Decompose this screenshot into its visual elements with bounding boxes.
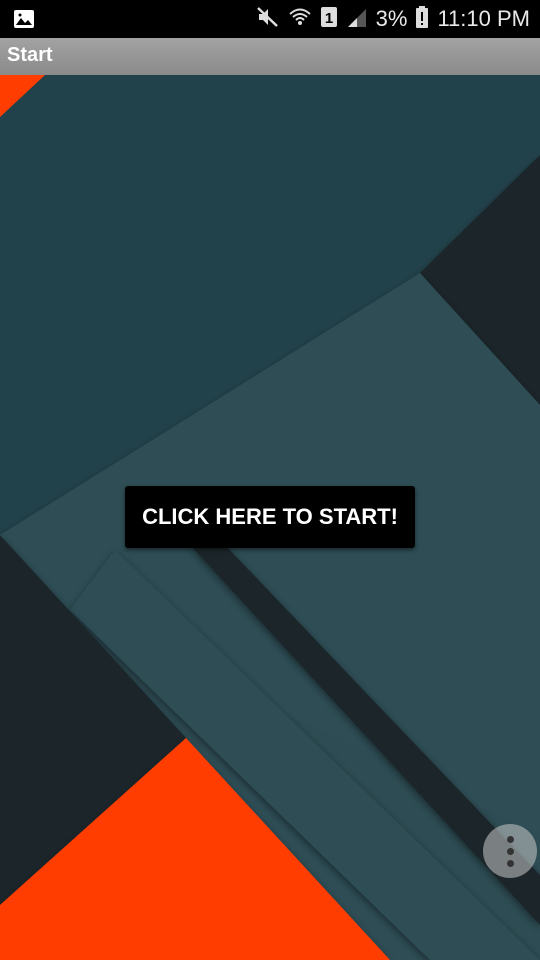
app-title-bar: Start [0, 38, 540, 76]
battery-percent: 3% [375, 6, 408, 31]
status-bar: 1 3% 11:10 PM [0, 0, 540, 38]
mute-icon [256, 5, 280, 34]
start-button[interactable]: CLICK HERE TO START! [125, 486, 415, 548]
signal-icon [346, 5, 368, 34]
wifi-icon [288, 5, 312, 34]
svg-text:1: 1 [324, 10, 332, 27]
page-title: Start [7, 44, 53, 66]
clock: 11:10 PM [437, 6, 530, 31]
sim-1-icon: 1 [320, 5, 338, 34]
gallery-icon [12, 7, 36, 31]
battery-alert-icon [415, 5, 429, 34]
more-options-button[interactable] [483, 824, 537, 878]
more-vert-icon [506, 835, 514, 843]
